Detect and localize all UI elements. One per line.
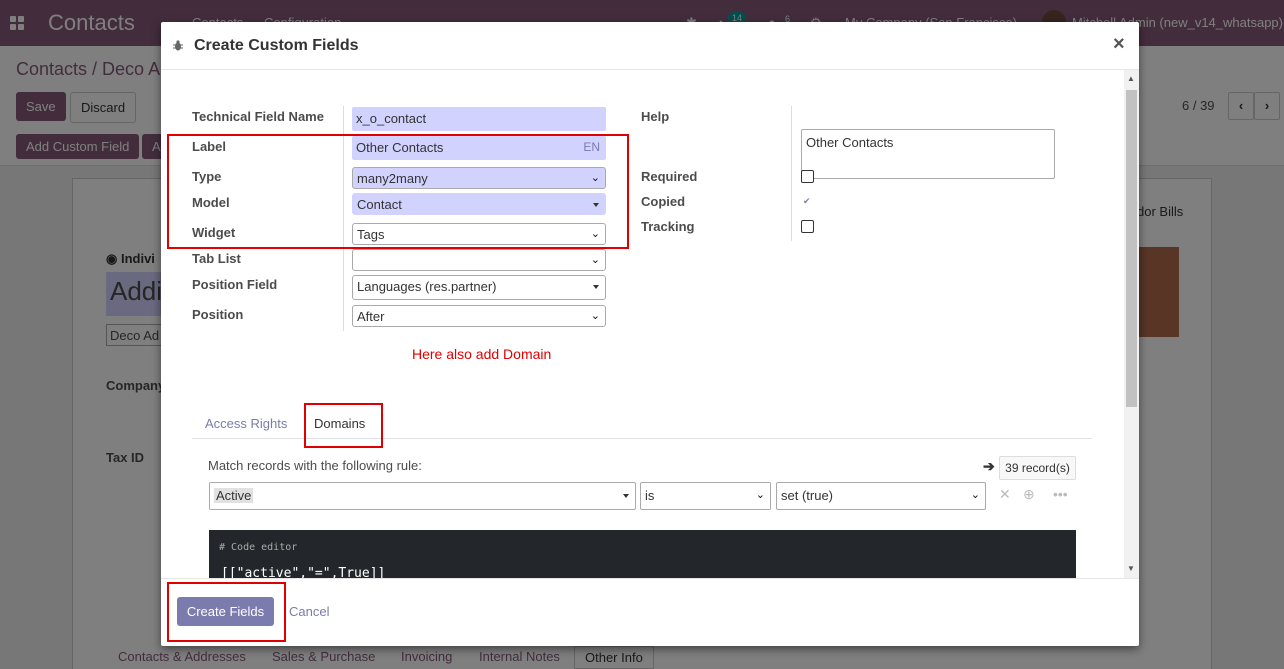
chevron-down-icon: ⌄ — [590, 254, 600, 266]
arrow-right-icon: ➔ — [983, 458, 995, 474]
required-checkbox[interactable] — [801, 170, 814, 183]
add-rule-icon[interactable]: ⊕ — [1023, 486, 1035, 503]
scroll-down-icon[interactable]: ▼ — [1127, 564, 1135, 573]
scroll-up-icon[interactable]: ▲ — [1127, 74, 1135, 83]
modal-title: Create Custom Fields — [194, 37, 359, 54]
help-label: Help — [641, 109, 670, 124]
caret-down-icon — [593, 285, 599, 289]
required-label: Required — [641, 169, 698, 184]
scrollbar-thumb[interactable] — [1126, 90, 1137, 407]
modal-footer: Create Fields Cancel — [161, 578, 1139, 646]
annotation-highlight-box — [167, 134, 629, 249]
copied-checkbox[interactable]: ✔ — [803, 196, 811, 207]
technical-name-label: Technical Field Name — [192, 109, 324, 124]
right-separator — [791, 106, 792, 241]
create-button-highlight-box — [167, 582, 286, 642]
technical-name-input[interactable]: x_o_contact — [352, 107, 606, 131]
modal-body: Technical Field Name x_o_contact Label O… — [161, 70, 1125, 578]
chevron-down-icon: ⌄ — [590, 310, 600, 322]
domain-value-value: set (true) — [781, 488, 834, 503]
close-icon[interactable]: × — [1113, 33, 1125, 56]
domains-highlight-box — [304, 403, 383, 448]
copied-label: Copied — [641, 194, 686, 209]
domain-value-select[interactable]: set (true) ⌄ — [776, 482, 986, 510]
domain-rule-text: Match records with the following rule: — [208, 458, 422, 473]
help-textarea[interactable]: Other Contacts — [801, 129, 1055, 179]
caret-down-icon — [623, 494, 629, 498]
position-select-value: After — [357, 309, 385, 324]
position-field-select[interactable]: Languages (res.partner) — [352, 275, 606, 300]
records-count-button[interactable]: 39 record(s) — [999, 456, 1076, 480]
position-field-label: Position Field — [192, 277, 278, 292]
tab-access-rights[interactable]: Access Rights — [205, 416, 287, 431]
code-domain-text: [["active","=",True]] — [221, 566, 386, 578]
code-editor[interactable]: # Code editor [["active","=",True]] — [209, 530, 1076, 578]
modal-header: Create Custom Fields × — [161, 22, 1139, 70]
create-custom-fields-dialog: Create Custom Fields × Technical Field N… — [161, 22, 1139, 646]
position-label: Position — [192, 307, 244, 322]
code-comment: # Code editor — [219, 542, 298, 553]
tracking-label: Tracking — [641, 219, 695, 234]
domain-operator-value: is — [645, 488, 655, 503]
chevron-down-icon: ⌄ — [755, 489, 765, 501]
chevron-down-icon: ⌄ — [970, 489, 980, 501]
modal-scrollbar[interactable]: ▲ ▼ — [1124, 70, 1139, 578]
position-select[interactable]: After ⌄ — [352, 305, 606, 327]
tab-list-label: Tab List — [192, 251, 241, 266]
more-options-icon[interactable]: ••• — [1053, 486, 1068, 502]
domain-field-value: Active — [214, 488, 254, 503]
delete-rule-icon[interactable]: ✕ — [999, 486, 1011, 503]
tracking-checkbox[interactable] — [801, 220, 814, 233]
domain-operator-select[interactable]: is ⌄ — [640, 482, 771, 510]
bug-icon — [173, 40, 183, 51]
domain-annotation: Here also add Domain — [412, 346, 552, 362]
position-field-select-value: Languages (res.partner) — [357, 279, 497, 294]
cancel-button[interactable]: Cancel — [289, 604, 329, 619]
domain-field-select[interactable]: Active — [209, 482, 636, 510]
tab-list-select[interactable]: ⌄ — [352, 249, 606, 271]
